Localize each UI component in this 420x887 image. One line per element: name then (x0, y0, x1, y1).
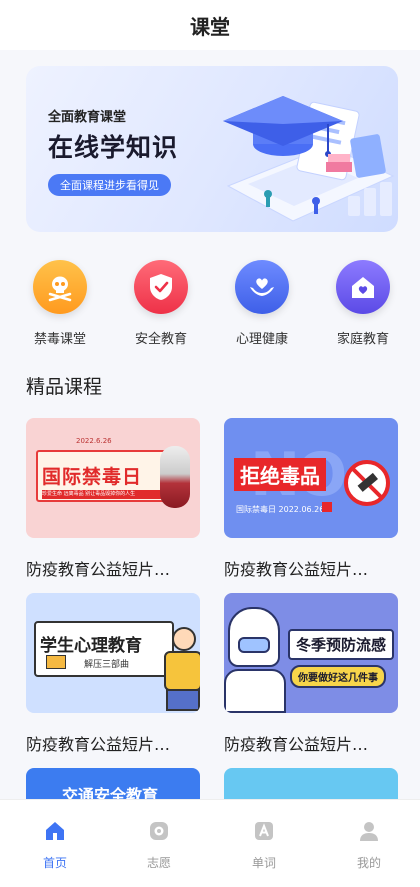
student-body (164, 651, 200, 691)
course-title: 防疫教育公益短片… (26, 560, 171, 579)
word-a-icon (255, 822, 273, 840)
top-bar: 课堂 (0, 0, 420, 50)
page-title: 课堂 (190, 14, 230, 39)
tab-words[interactable]: 单词 (229, 820, 299, 871)
thumb-date: 国际禁毒日 2022.06.26 (236, 505, 325, 514)
tab-label: 首页 (42, 856, 67, 870)
category-label: 禁毒课堂 (33, 332, 86, 347)
course-thumbnail: NO 拒绝毒品 国际禁毒日 2022.06.26 (224, 418, 398, 538)
tab-volunteer[interactable]: 志愿 (124, 820, 194, 871)
home-icon (46, 822, 64, 840)
thumb-heading: 国际禁毒日 (42, 466, 143, 488)
thumb-heading: 冬季预防流感 (288, 629, 395, 660)
course-card[interactable]: 2022.6.26 国际禁毒日 珍爱生命 远离毒品 别让毒品毁掉你的人生 防疫教… (26, 418, 200, 580)
category-label: 家庭教育 (336, 332, 389, 347)
no-drugs-icon (344, 460, 390, 506)
tab-label: 单词 (251, 856, 276, 870)
volunteer-icon (150, 822, 168, 840)
tab-label: 志愿 (146, 856, 171, 870)
graduation-cap-illustration (223, 96, 395, 222)
category-grid: 禁毒课堂 安全教育 心理健康 家庭教育 (0, 254, 420, 354)
thumb-date: 2022.6.26 (76, 437, 112, 445)
banner-button[interactable]: 全面课程进步看得见 (48, 174, 171, 196)
tab-label: 我的 (356, 856, 381, 870)
syringe-illustration (160, 446, 190, 508)
course-thumbnail: 2022.6.26 国际禁毒日 珍爱生命 远离毒品 别让毒品毁掉你的人生 (26, 418, 200, 538)
skull-icon (33, 260, 87, 314)
home-heart-icon (336, 260, 390, 314)
tab-profile[interactable]: 我的 (334, 820, 404, 871)
course-card[interactable]: 冬季预防流感 你要做好这几件事 防疫教育公益短片… (224, 593, 398, 755)
category-safety[interactable]: 安全教育 (116, 254, 206, 347)
student-illustration (172, 627, 196, 651)
category-label: 安全教育 (134, 332, 187, 347)
category-label: 心理健康 (235, 332, 288, 347)
red-square (322, 502, 332, 512)
thumb-heading: 拒绝毒品 (234, 458, 326, 491)
course-card[interactable]: NO 拒绝毒品 国际禁毒日 2022.06.26 防疫教育公益短片… (224, 418, 398, 580)
shield-check-icon (134, 260, 188, 314)
category-family[interactable]: 家庭教育 (318, 254, 408, 347)
doctor-body (224, 669, 286, 713)
thumb-heading: 学生心理教育 (40, 636, 142, 656)
thumb-tagline: 珍爱生命 远离毒品 别让毒品毁掉你的人生 (42, 490, 166, 499)
bottom-tab-bar: 首页 志愿 单词 我的 (0, 799, 420, 887)
course-title: 防疫教育公益短片… (26, 735, 171, 754)
tab-home[interactable]: 首页 (20, 820, 90, 871)
book-icon (46, 655, 66, 669)
heart-hands-icon (235, 260, 289, 314)
category-drug-prevention[interactable]: 禁毒课堂 (15, 254, 105, 347)
thumb-sub: 解压三部曲 (84, 660, 130, 670)
course-title: 防疫教育公益短片… (224, 560, 369, 579)
banner-title: 在线学知识 (48, 133, 179, 162)
hero-banner[interactable]: 全面教育课堂 在线学知识 全面课程进步看得见 (26, 66, 398, 232)
course-card[interactable]: 学生心理教育 解压三部曲 防疫教育公益短片… (26, 593, 200, 755)
section-title: 精品课程 (26, 376, 103, 398)
course-thumbnail: 学生心理教育 解压三部曲 (26, 593, 200, 713)
user-icon (360, 822, 378, 841)
student-skirt (166, 689, 200, 711)
thumb-sub: 你要做好这几件事 (290, 665, 386, 688)
doctor-mask (238, 637, 270, 653)
category-mental-health[interactable]: 心理健康 (217, 254, 307, 347)
banner-subtitle: 全面教育课堂 (48, 110, 127, 125)
course-thumbnail: 冬季预防流感 你要做好这几件事 (224, 593, 398, 713)
course-title: 防疫教育公益短片… (224, 735, 369, 754)
